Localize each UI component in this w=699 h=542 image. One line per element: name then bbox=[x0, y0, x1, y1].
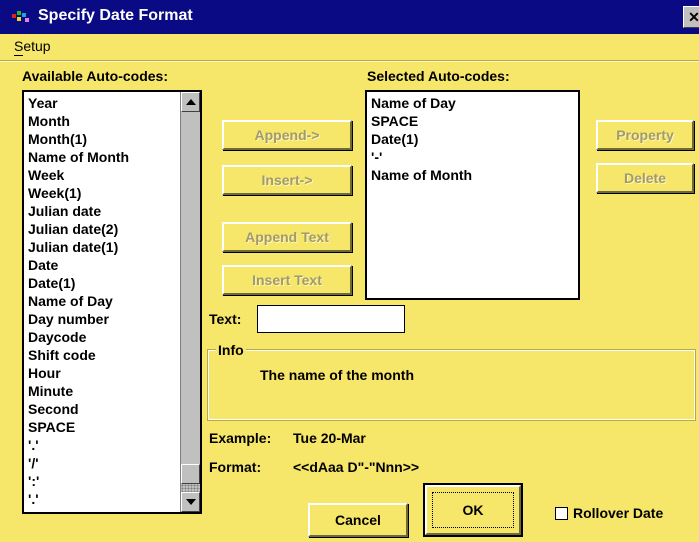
available-item[interactable]: ',' bbox=[24, 508, 182, 512]
scroll-thumb[interactable] bbox=[181, 464, 200, 484]
text-field-label: Text: bbox=[209, 311, 242, 327]
append-text-button[interactable]: Append Text bbox=[222, 222, 352, 252]
available-item[interactable]: '.' bbox=[24, 490, 182, 508]
delete-button[interactable]: Delete bbox=[596, 163, 694, 193]
selected-item[interactable]: '-' bbox=[367, 148, 572, 166]
property-button-label: Property bbox=[616, 127, 674, 143]
selected-codes-list[interactable]: Name of Day SPACE Date(1) '-' Name of Month bbox=[365, 90, 580, 300]
available-item[interactable]: '/' bbox=[24, 454, 182, 472]
available-codes-label: Available Auto-codes: bbox=[22, 68, 168, 84]
available-item[interactable]: Month bbox=[24, 112, 182, 130]
insert-text-button-label: Insert Text bbox=[252, 272, 322, 288]
example-value: Tue 20-Mar bbox=[293, 430, 366, 446]
app-multicolor-icon bbox=[12, 11, 29, 22]
selected-item[interactable]: Name of Day bbox=[367, 94, 572, 112]
available-item[interactable]: Daycode bbox=[24, 328, 182, 346]
selected-item[interactable]: Name of Month bbox=[367, 166, 572, 184]
available-item[interactable]: SPACE bbox=[24, 418, 182, 436]
arrow-up-icon bbox=[186, 99, 196, 105]
selected-item[interactable]: SPACE bbox=[367, 112, 572, 130]
menu-bar: Setup bbox=[0, 34, 699, 61]
available-item[interactable]: Week bbox=[24, 166, 182, 184]
info-title: Info bbox=[216, 342, 246, 358]
available-item[interactable]: Julian date(2) bbox=[24, 220, 182, 238]
available-item[interactable]: Julian date(1) bbox=[24, 238, 182, 256]
menu-setup-underline bbox=[14, 55, 23, 56]
available-item[interactable]: Day number bbox=[24, 310, 182, 328]
property-button[interactable]: Property bbox=[596, 120, 694, 150]
available-item[interactable]: '.' bbox=[24, 436, 182, 454]
available-item[interactable]: Name of Month bbox=[24, 148, 182, 166]
scroll-up-button[interactable] bbox=[181, 92, 200, 112]
delete-button-label: Delete bbox=[623, 170, 667, 186]
menu-separator bbox=[0, 61, 699, 62]
append-button[interactable]: Append-> bbox=[222, 120, 352, 150]
example-label: Example: bbox=[209, 430, 272, 446]
window-title: Specify Date Format bbox=[38, 7, 193, 24]
title-bar[interactable]: Specify Date Format ✕ bbox=[0, 0, 699, 34]
append-text-button-label: Append Text bbox=[245, 229, 329, 245]
info-groupbox bbox=[207, 349, 696, 421]
available-item[interactable]: Julian date bbox=[24, 202, 182, 220]
insert-text-button[interactable]: Insert Text bbox=[222, 265, 352, 295]
rollover-date-checkbox[interactable] bbox=[555, 507, 568, 520]
close-button[interactable]: ✕ bbox=[683, 6, 699, 28]
available-item[interactable]: Year bbox=[24, 94, 182, 112]
available-item[interactable]: Hour bbox=[24, 364, 182, 382]
available-list-scrollbar[interactable] bbox=[180, 92, 200, 512]
selected-codes-label: Selected Auto-codes: bbox=[367, 68, 510, 84]
available-codes-list[interactable]: Year Month Month(1) Name of Month Week Week(1… bbox=[22, 90, 202, 514]
available-item[interactable]: Month(1) bbox=[24, 130, 182, 148]
available-item[interactable]: Week(1) bbox=[24, 184, 182, 202]
selected-item[interactable]: Date(1) bbox=[367, 130, 572, 148]
menu-setup[interactable]: Setup bbox=[14, 38, 51, 54]
available-item[interactable]: ':' bbox=[24, 472, 182, 490]
format-value: <<dAaa D"-"Nnn>> bbox=[293, 459, 420, 475]
rollover-date-label[interactable]: Rollover Date bbox=[573, 505, 663, 521]
available-item[interactable]: Name of Day bbox=[24, 292, 182, 310]
append-button-label: Append-> bbox=[254, 127, 320, 143]
arrow-down-icon bbox=[186, 499, 196, 505]
available-item[interactable]: Date(1) bbox=[24, 274, 182, 292]
available-item[interactable]: Shift code bbox=[24, 346, 182, 364]
text-input[interactable] bbox=[257, 305, 405, 333]
available-item[interactable]: Date bbox=[24, 256, 182, 274]
insert-button[interactable]: Insert-> bbox=[222, 165, 352, 195]
ok-focus-rect bbox=[432, 492, 514, 528]
cancel-button[interactable]: Cancel bbox=[308, 503, 408, 537]
specify-date-format-dialog: Specify Date Format ✕ Setup Available Au… bbox=[0, 0, 699, 542]
scroll-down-button[interactable] bbox=[181, 492, 200, 512]
available-item[interactable]: Minute bbox=[24, 382, 182, 400]
close-icon: ✕ bbox=[688, 9, 699, 25]
insert-button-label: Insert-> bbox=[261, 172, 313, 188]
format-label: Format: bbox=[209, 459, 262, 475]
available-item[interactable]: Second bbox=[24, 400, 182, 418]
info-message: The name of the month bbox=[260, 367, 414, 383]
cancel-button-label: Cancel bbox=[335, 512, 381, 528]
